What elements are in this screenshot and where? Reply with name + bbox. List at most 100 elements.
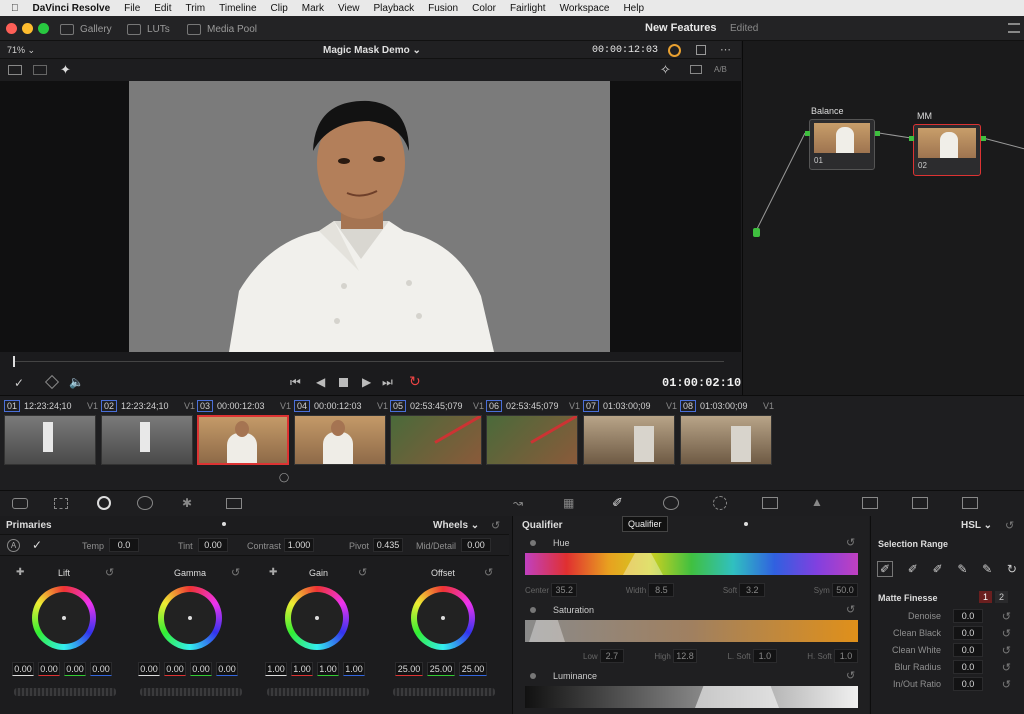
tint-field[interactable]: 0.00 xyxy=(198,538,228,552)
gamma-b-field[interactable]: 0.00 xyxy=(216,662,238,676)
camera-raw-icon[interactable] xyxy=(12,498,28,509)
gain-r-field[interactable]: 1.00 xyxy=(291,662,313,676)
gain-y-field[interactable]: 1.00 xyxy=(265,662,287,676)
hue-center-field[interactable]: 35.2 xyxy=(551,583,578,597)
gain-g-field[interactable]: 1.00 xyxy=(317,662,339,676)
menu-trim[interactable]: Trim xyxy=(186,3,206,14)
reset-icon[interactable]: ↺ xyxy=(846,669,855,682)
gain-b-field[interactable]: 1.00 xyxy=(343,662,365,676)
offset-master-wheel[interactable] xyxy=(393,688,495,696)
viewer-canvas[interactable] xyxy=(0,81,741,352)
eyedropper-icon[interactable]: ✓ xyxy=(14,376,24,390)
app-menu[interactable]: DaVinci Resolve xyxy=(33,3,111,14)
source-input-dot[interactable] xyxy=(753,228,760,237)
magic-mask-icon[interactable] xyxy=(762,497,778,509)
clip-thumbnail[interactable]: 04 00:00:12:03 V1 xyxy=(294,400,388,472)
node-02-output[interactable] xyxy=(981,136,986,141)
clip-thumbnail[interactable]: 05 02:53:45;079 V1 xyxy=(390,400,484,472)
menu-file[interactable]: File xyxy=(124,3,140,14)
pivot-field[interactable]: 0.435 xyxy=(373,538,403,552)
menu-view[interactable]: View xyxy=(338,3,360,14)
color-picker-icon[interactable] xyxy=(668,44,681,57)
hue-soft-field[interactable]: 3.2 xyxy=(739,583,766,597)
window-icon[interactable] xyxy=(663,496,679,510)
playhead[interactable] xyxy=(13,356,15,367)
layout-split-icon[interactable] xyxy=(33,65,47,75)
saturation-toggle[interactable] xyxy=(530,607,536,613)
picker-plus-icon[interactable]: ✐ xyxy=(933,562,943,576)
clip-thumbnail[interactable]: 06 02:53:45;079 V1 xyxy=(486,400,580,472)
menu-mark[interactable]: Mark xyxy=(302,3,324,14)
play-reverse-icon[interactable]: ◀ xyxy=(316,375,325,389)
hue-sym-field[interactable]: 50.0 xyxy=(832,583,858,597)
node-02[interactable]: 02 xyxy=(913,124,981,176)
ab-compare-button[interactable]: A/B xyxy=(714,65,727,74)
gain-color-wheel[interactable] xyxy=(285,586,349,650)
sparkle-icon[interactable]: ✧ xyxy=(660,62,671,78)
sat-lsoft-field[interactable]: 1.0 xyxy=(752,649,777,663)
page-dot[interactable] xyxy=(222,522,226,526)
invert-icon[interactable]: ↻ xyxy=(1007,562,1017,576)
luts-button[interactable]: LUTs xyxy=(127,21,170,37)
offset-r-field[interactable]: 25.00 xyxy=(395,662,423,676)
white-balance-picker-icon[interactable]: ✓ xyxy=(32,538,42,552)
zoom-window-button[interactable] xyxy=(38,23,49,34)
node-01-output[interactable] xyxy=(875,131,880,136)
crosshair-icon[interactable]: ✚ xyxy=(16,567,24,578)
menu-clip[interactable]: Clip xyxy=(271,3,288,14)
node-02-input[interactable] xyxy=(909,136,914,141)
lift-g-field[interactable]: 0.00 xyxy=(64,662,86,676)
reset-icon[interactable]: ↺ xyxy=(1002,627,1011,640)
tracker-icon[interactable] xyxy=(713,496,727,510)
menu-fusion[interactable]: Fusion xyxy=(428,3,458,14)
offset-color-wheel[interactable] xyxy=(411,586,475,650)
clean-black-field[interactable]: 0.0 xyxy=(953,626,983,640)
picker-icon[interactable]: ✐ xyxy=(877,561,894,577)
layers-icon[interactable] xyxy=(44,374,60,390)
hue-width-field[interactable]: 8.5 xyxy=(648,583,675,597)
hue-range-handle[interactable] xyxy=(623,553,663,575)
reset-icon[interactable]: ↺ xyxy=(484,566,493,579)
menu-help[interactable]: Help xyxy=(623,3,644,14)
loop-icon[interactable]: ↻ xyxy=(409,373,421,390)
hdr-icon[interactable] xyxy=(137,496,153,510)
offset-b-field[interactable]: 25.00 xyxy=(459,662,487,676)
gamma-g-field[interactable]: 0.00 xyxy=(190,662,212,676)
reset-icon[interactable]: ↺ xyxy=(846,603,855,616)
auto-balance-icon[interactable]: A xyxy=(7,539,20,552)
luminance-toggle[interactable] xyxy=(530,673,536,679)
temp-field[interactable]: 0.0 xyxy=(109,538,139,552)
node-01-input[interactable] xyxy=(805,131,810,136)
lift-y-field[interactable]: 0.00 xyxy=(12,662,34,676)
saturation-range-handle[interactable] xyxy=(529,620,565,642)
qualifier-mode-dropdown[interactable]: HSL ⌄ xyxy=(961,520,992,531)
reset-icon[interactable]: ↺ xyxy=(358,566,367,579)
matte-tab-1[interactable]: 1 xyxy=(979,591,992,603)
menu-edit[interactable]: Edit xyxy=(154,3,171,14)
page-dot[interactable] xyxy=(744,522,748,526)
fullscreen-icon[interactable] xyxy=(696,45,706,55)
gamma-master-wheel[interactable] xyxy=(140,688,242,696)
inout-ratio-field[interactable]: 0.0 xyxy=(953,677,983,691)
contrast-field[interactable]: 1.000 xyxy=(284,538,314,552)
sat-high-field[interactable]: 12.8 xyxy=(673,649,698,663)
reset-icon[interactable]: ↺ xyxy=(1002,610,1011,623)
clip-name-dropdown[interactable]: Magic Mask Demo ⌄ xyxy=(323,45,421,56)
qualifier-icon[interactable]: ✐ xyxy=(612,495,623,511)
apple-icon[interactable]:  xyxy=(11,3,19,14)
play-icon[interactable]: ▶ xyxy=(362,375,371,389)
minimize-window-button[interactable] xyxy=(22,23,33,34)
node-01[interactable]: 01 xyxy=(809,119,875,170)
softness-minus-icon[interactable]: ✎ xyxy=(957,562,967,576)
menu-color[interactable]: Color xyxy=(472,3,496,14)
settings-icon[interactable] xyxy=(1008,23,1020,33)
skip-start-icon[interactable]: ⏮ xyxy=(290,375,301,390)
menu-timeline[interactable]: Timeline xyxy=(219,3,256,14)
luminance-range-handle[interactable] xyxy=(695,686,779,708)
reset-icon[interactable]: ↺ xyxy=(231,566,240,579)
saturation-range-bar[interactable] xyxy=(525,620,858,642)
luminance-range-bar[interactable] xyxy=(525,686,858,708)
gain-master-wheel[interactable] xyxy=(267,688,369,696)
reset-icon[interactable]: ↺ xyxy=(1002,678,1011,691)
clip-thumbnail[interactable]: 08 01:03:00;09 V1 xyxy=(680,400,774,472)
